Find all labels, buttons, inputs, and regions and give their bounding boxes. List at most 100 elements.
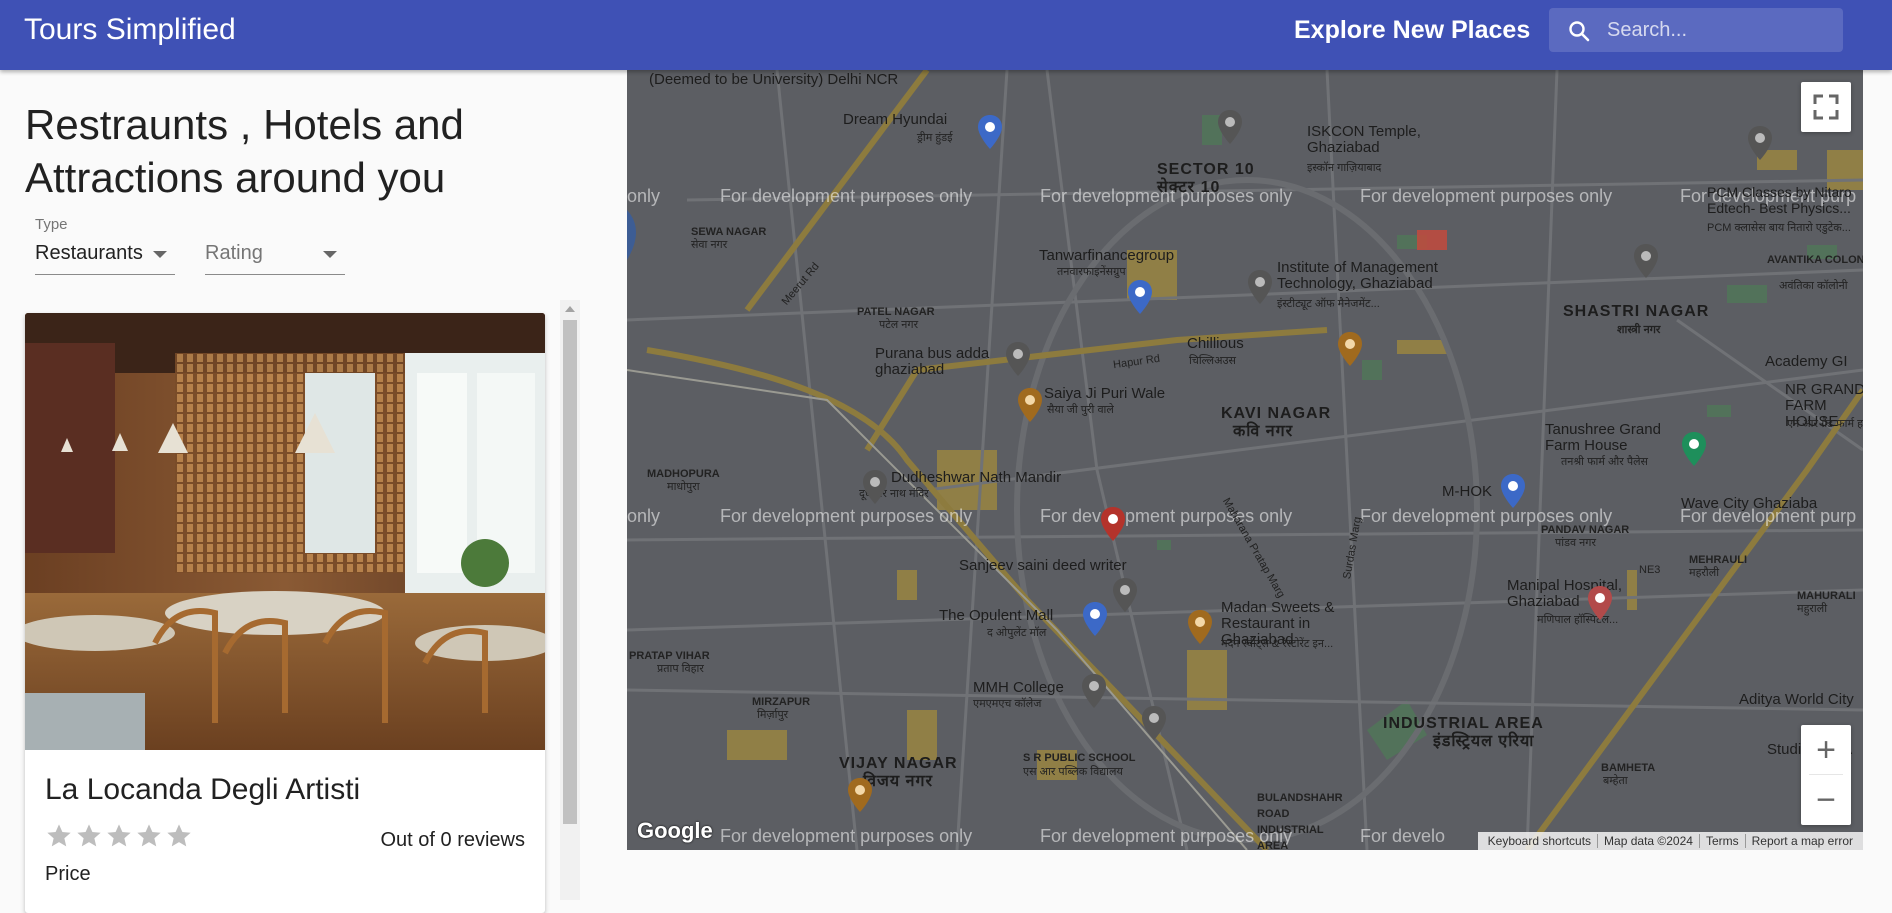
map-pin-icon[interactable] [1141,706,1167,740]
map-pin-icon[interactable] [1337,332,1363,366]
map-label: द ओपुलेंट मॉल [987,627,1047,639]
map-label: मदन स्वीट्स & रेस्टोरेंट इन... [1221,638,1334,650]
map-label: Aditya World City [1739,691,1854,708]
map-label: Dudheshwar Nath Mandir [891,469,1062,486]
map-label: Sanjeev saini deed writer [959,557,1127,574]
star-icon [77,824,101,847]
place-photo [25,313,545,750]
map-label: M-HOK [1442,483,1492,500]
map-label: तनश्री फार्म और पैलेस [1561,456,1648,468]
zoom-out-button[interactable]: − [1801,775,1851,825]
search-box[interactable] [1549,8,1843,52]
map-pin-icon[interactable] [1100,507,1126,541]
search-input[interactable] [1607,8,1835,52]
map-label: अवंतिका कॉलोनी [1779,280,1848,292]
keyboard-shortcuts-link[interactable]: Keyboard shortcuts [1482,834,1597,848]
map-label: Saiya Ji Puri Wale [1044,385,1166,402]
map-label: पटेल नगर [879,319,919,331]
google-logo[interactable]: Google [637,818,713,844]
map-label: महुराली [1797,603,1828,615]
map-pin-icon[interactable] [977,115,1003,149]
map-label: सेवा नगर [691,239,728,251]
fullscreen-icon [1813,94,1839,120]
app-brand[interactable]: Tours Simplified [24,12,236,48]
map-pin-icon[interactable] [1247,270,1273,304]
map-pin-icon[interactable] [1127,280,1153,314]
map-label: SHASTRI NAGAR [1563,303,1710,320]
map-label: ISKCON Temple, Ghaziabad [1307,123,1421,156]
map-watermark: For development purposes only [1360,186,1613,206]
map-pin-icon[interactable] [1681,432,1707,466]
type-select-underline [35,274,175,275]
map-pin-icon[interactable] [1587,586,1613,620]
zoom-in-button[interactable]: + [1801,725,1851,775]
place-card[interactable]: La Locanda Degli Artisti Out of 0 review… [25,313,545,913]
map-pin-icon[interactable] [1633,244,1659,278]
map-pin-icon[interactable] [1217,110,1243,144]
chevron-down-icon [323,251,337,258]
map-pin-icon[interactable] [1747,126,1773,160]
terms-link[interactable]: Terms [1698,834,1745,848]
map-label: MMH College [973,679,1064,696]
list-title: Restraunts , Hotels and Attractions arou… [25,101,464,201]
map-pin-icon[interactable] [1082,602,1108,636]
map-watermark: For development purposes only [720,826,973,846]
search-icon [1569,21,1590,42]
star-icon [137,824,161,847]
app-bar: Tours Simplified Explore New Places [0,0,1892,70]
map-label: मिर्ज़ापुर [757,709,789,721]
price-label: Price [45,863,91,885]
map-pin-icon[interactable] [1081,674,1107,708]
map-label: बम्हेता [1603,775,1628,787]
map-label: कवि नगर [1233,423,1294,440]
map-label: (Deemed to be University) Delhi NCR [649,71,899,88]
map-pin-icon[interactable] [1005,342,1031,376]
map-label: KAVI NAGAR [1221,405,1332,422]
list-scrollbar[interactable] [560,300,580,900]
map-label: Wave City Ghaziaba [1681,495,1818,512]
map-attribution: Keyboard shortcuts Map data ©2024 Terms … [1477,832,1863,850]
rating-select-placeholder: Rating [205,242,263,264]
rating-select[interactable]: Rating [195,216,345,276]
map-label: विजय नगर [863,773,934,790]
map-label: इंस्टीट्यूट ऑफ मैनेजमेंट... [1277,298,1380,310]
map-label: INDUSTRIAL AREA [1383,715,1544,732]
map-label: SECTOR 10 [1157,161,1255,178]
place-name[interactable]: La Locanda Degli Artisti [45,773,360,807]
fullscreen-button[interactable] [1801,82,1851,132]
map-label: BULANDSHAHR ROAD INDUSTRIAL AREA [1257,792,1343,850]
map-view[interactable]: only For development purposes only For d… [627,70,1863,850]
map-label: सेक्टर 10 [1157,179,1221,196]
scrollbar-thumb[interactable] [563,320,577,824]
map-label: Purana bus adda ghaziabad [875,345,990,378]
map-label: एस आर पब्लिक विद्यालय [1023,766,1123,778]
map-label: Institute of Management Technology, Ghaz… [1277,259,1438,292]
map-pin-icon[interactable] [1017,388,1043,422]
map-pin-icon[interactable] [1187,610,1213,644]
scroll-up-arrow-icon[interactable] [565,306,575,312]
map-watermark: For development purposes only [720,186,973,206]
map-label: तनवारफाइनेंसग्रुप [1057,266,1126,278]
map-watermark: For development purposes only [1040,826,1293,846]
report-map-error-link[interactable]: Report a map error [1744,834,1859,848]
zoom-control[interactable]: + − [1801,725,1851,825]
map-watermark: For development purposes only [1040,506,1293,526]
review-count: Out of 0 reviews [380,829,525,851]
map-label: Manipal Hospital, Ghaziabad [1507,577,1623,610]
explore-title: Explore New Places [1294,16,1531,44]
map-pin-icon[interactable] [847,778,873,812]
type-select-value: Restaurants [35,242,143,264]
type-select[interactable]: Type Restaurants [25,216,175,276]
map-label: Tanwarfinancegroup [1039,247,1175,264]
map-label: एन आर ग्रैंड फार्म हाउस [1787,418,1863,430]
map-label: एमएमएच कॉलेज [973,698,1042,710]
map-watermark: For develo [1360,826,1446,846]
map-label: ड्रीम हुंडई [917,132,953,144]
map-label: इंडस्ट्रियल एरिया [1433,733,1535,750]
map-pin-icon[interactable] [1112,578,1138,612]
map-pin-icon[interactable] [862,470,888,504]
map-pin-icon[interactable] [1500,474,1526,508]
map-label: The Opulent Mall [939,607,1054,624]
map-label: Chillious [1187,335,1244,352]
map-watermark: For development purposes only [720,506,973,526]
